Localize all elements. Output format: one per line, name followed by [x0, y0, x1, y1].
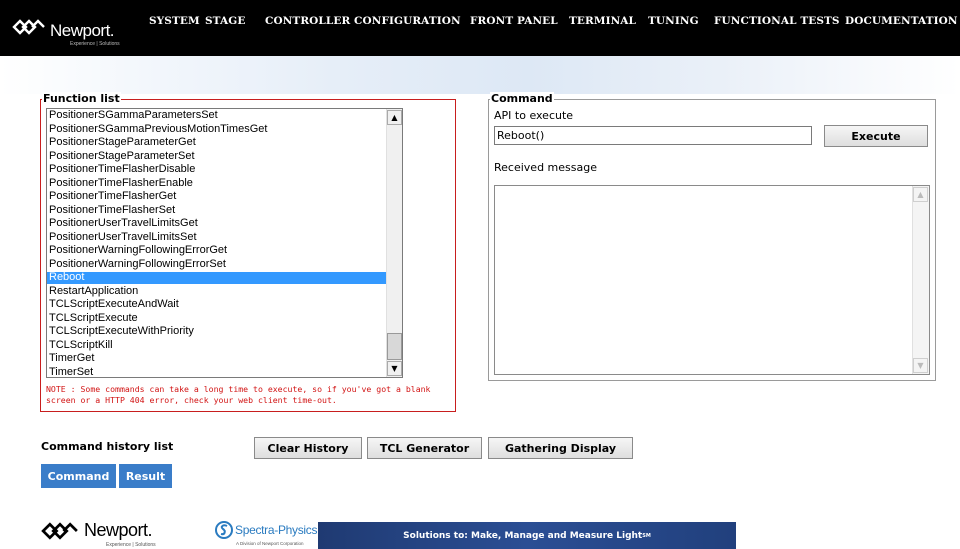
- nav-functional-tests[interactable]: FUNCTIONAL TESTS: [714, 15, 840, 27]
- nav-front-panel[interactable]: FRONT PANEL: [470, 15, 558, 27]
- scroll-up-arrow-icon[interactable]: ▲: [387, 110, 402, 125]
- received-label: Received message: [494, 161, 597, 174]
- list-item[interactable]: PositionerWarningFollowingErrorGet: [47, 244, 388, 257]
- api-input[interactable]: [494, 126, 812, 145]
- api-label: API to execute: [494, 109, 574, 122]
- list-item[interactable]: PositionerTimeFlasherDisable: [47, 163, 388, 176]
- footer-newport-logo[interactable]: Newport. Experience | Solutions: [40, 520, 190, 549]
- list-item[interactable]: PositionerStageParameterGet: [47, 136, 388, 149]
- tab-result[interactable]: Result: [119, 464, 172, 488]
- spectra-physics-logo-icon: [215, 521, 233, 539]
- list-item[interactable]: PositionerTimeFlasherSet: [47, 204, 388, 217]
- function-list-legend: Function list: [42, 92, 121, 105]
- list-item[interactable]: TCLScriptKill: [47, 339, 388, 352]
- list-item[interactable]: PositionerSGammaParametersSet: [47, 109, 388, 122]
- list-item[interactable]: PositionerTimeFlasherGet: [47, 190, 388, 203]
- list-item[interactable]: TimerGet: [47, 352, 388, 365]
- footer-spectra-physics-logo[interactable]: Spectra-Physics A Division of Newport Co…: [215, 520, 325, 549]
- scroll-up-arrow-icon[interactable]: ▲: [913, 187, 928, 202]
- decorative-band: [0, 56, 960, 94]
- list-item[interactable]: PositionerUserTravelLimitsSet: [47, 231, 388, 244]
- tcl-generator-button[interactable]: TCL Generator: [367, 437, 482, 459]
- nav-controller-configuration[interactable]: CONTROLLER CONFIGURATION: [265, 15, 461, 27]
- newport-logo-icon: [12, 19, 45, 35]
- list-item[interactable]: RestartApplication: [47, 285, 388, 298]
- nav-system[interactable]: SYSTEM: [149, 15, 200, 27]
- newport-logo[interactable]: Newport. Experience | Solutions: [12, 17, 142, 47]
- received-scrollbar[interactable]: ▲ ▼: [912, 186, 929, 374]
- received-message-area[interactable]: ▲ ▼: [494, 185, 930, 375]
- list-item[interactable]: TCLScriptExecute: [47, 312, 388, 325]
- command-legend: Command: [490, 92, 554, 105]
- history-label: Command history list: [41, 440, 174, 453]
- gathering-display-button[interactable]: Gathering Display: [488, 437, 633, 459]
- newport-logo-icon: [41, 522, 78, 540]
- footer-spectra-text: Spectra-Physics: [235, 523, 318, 537]
- footer-spectra-tagline: A Division of Newport Corporation: [236, 541, 304, 546]
- scroll-down-arrow-icon[interactable]: ▼: [913, 358, 928, 373]
- logo-text: Newport.: [50, 21, 115, 40]
- listbox-scrollbar[interactable]: ▲ ▼: [386, 109, 402, 377]
- list-item[interactable]: PositionerSGammaPreviousMotionTimesGet: [47, 123, 388, 136]
- nav-documentation[interactable]: DOCUMENTATION: [845, 15, 958, 27]
- tab-command[interactable]: Command: [41, 464, 116, 488]
- list-item-selected[interactable]: Reboot: [47, 271, 388, 284]
- list-item[interactable]: PositionerStageParameterSet: [47, 150, 388, 163]
- nav-stage[interactable]: STAGE: [205, 15, 245, 27]
- list-item[interactable]: PositionerWarningFollowingErrorSet: [47, 258, 388, 271]
- footer-banner[interactable]: Solutions to: Make, Manage and Measure L…: [318, 522, 736, 549]
- scroll-thumb[interactable]: [387, 333, 402, 360]
- footer-newport-text: Newport.: [84, 520, 153, 540]
- clear-history-button[interactable]: Clear History: [254, 437, 362, 459]
- list-item[interactable]: TimerSet: [47, 366, 388, 377]
- top-nav-bar: Newport. Experience | Solutions SYSTEM S…: [0, 0, 960, 56]
- list-item[interactable]: PositionerTimeFlasherEnable: [47, 177, 388, 190]
- logo-tagline: Experience | Solutions: [70, 41, 120, 47]
- list-item[interactable]: PositionerUserTravelLimitsGet: [47, 217, 388, 230]
- footer-banner-text: Solutions to: Make, Manage and Measure L…: [403, 530, 643, 541]
- nav-terminal[interactable]: TERMINAL: [569, 15, 636, 27]
- footer-banner-mark: SM: [642, 532, 651, 539]
- execute-button[interactable]: Execute: [824, 125, 928, 147]
- list-item[interactable]: TCLScriptExecuteAndWait: [47, 298, 388, 311]
- scroll-down-arrow-icon[interactable]: ▼: [387, 361, 402, 376]
- nav-tuning[interactable]: TUNING: [648, 15, 699, 27]
- function-listbox[interactable]: PositionerSGammaParametersSet Positioner…: [46, 108, 403, 378]
- footer-newport-tagline: Experience | Solutions: [106, 542, 156, 548]
- list-item[interactable]: TCLScriptExecuteWithPriority: [47, 325, 388, 338]
- timeout-note: NOTE : Some commands can take a long tim…: [46, 384, 431, 405]
